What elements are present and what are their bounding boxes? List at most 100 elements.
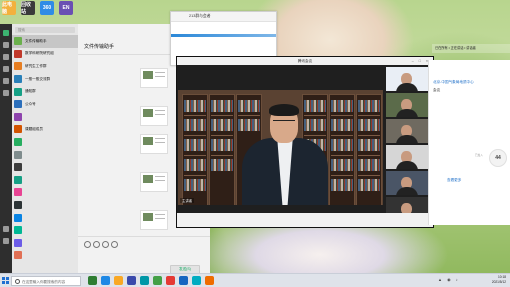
windows-start-icon[interactable] [2, 277, 9, 284]
participant-video[interactable] [386, 171, 428, 195]
badge-caption: 已加入 [475, 154, 483, 157]
speaker-hair [269, 104, 299, 116]
desktop-shortcut[interactable]: 此电脑 [2, 1, 16, 15]
chat-list-item[interactable]: 一般一般交流群 [12, 73, 78, 86]
app-icon: EN [59, 1, 73, 15]
avatar [14, 100, 22, 109]
bookshelf [329, 94, 355, 205]
participant-body [396, 135, 418, 143]
chat-list-item[interactable]: 课题组成员 [12, 123, 78, 136]
bookshelf [209, 94, 235, 205]
system-tray-icons[interactable]: ▲ ◉ ♪ [438, 277, 460, 282]
avatar [14, 163, 22, 172]
emoji-icon[interactable] [84, 241, 91, 248]
chat-icon[interactable] [3, 30, 9, 36]
chat-list-item[interactable]: 研究生工作群 [12, 60, 78, 73]
notification-bar: 已在所有 • 正在讲话 • 讲话者 [432, 44, 510, 53]
file-message[interactable] [140, 68, 168, 88]
meeting-title-bar: 腾讯会议 – □ × [177, 57, 433, 65]
input-divider [78, 236, 210, 237]
chat-text: 一般一般交流群 [25, 77, 76, 82]
avatar [14, 251, 22, 260]
taskbar-app-icon[interactable] [153, 276, 162, 285]
search-icon [15, 279, 20, 284]
desktop-shortcut[interactable]: 360 [40, 1, 54, 15]
chat-list-item[interactable]: 数学科研院研究组 [12, 48, 78, 61]
chat-list-item[interactable] [12, 199, 78, 212]
org-link[interactable]: 北京-中国气象局地质中心 [433, 80, 474, 85]
avatar [14, 188, 22, 197]
file-message[interactable] [140, 172, 168, 192]
scissors-icon[interactable] [102, 241, 109, 248]
chat-list-item[interactable] [12, 161, 78, 174]
taskbar-app-icon[interactable] [101, 276, 110, 285]
taskbar-search-input[interactable]: 在这里输入你要搜索的内容 [11, 275, 81, 286]
meeting-toolbar [177, 213, 433, 227]
clock[interactable]: 10:18 2021/5/12 [492, 275, 506, 285]
chat-list-item[interactable] [12, 111, 78, 124]
taskbar-app-icon[interactable] [88, 276, 97, 285]
app-icon: 360 [40, 1, 54, 15]
file-message[interactable] [140, 210, 168, 230]
chat-list-item[interactable] [12, 224, 78, 237]
contacts-icon[interactable] [3, 42, 9, 48]
wechat-chat-list: 搜索 文件传输助手数学科研院研究组研究生工作群一般一般交流群通知群公众号课题组成… [12, 24, 79, 273]
chat-text: 课题组成员 [25, 127, 76, 132]
participants-window-title: 213群与会者 [171, 12, 276, 22]
chat-list-item[interactable] [12, 249, 78, 262]
taskbar-app-icon[interactable] [205, 276, 214, 285]
taskbar-app-icon[interactable] [192, 276, 201, 285]
taskbar-app-icon[interactable] [140, 276, 149, 285]
taskbar-app-icon[interactable] [127, 276, 136, 285]
desktop-shortcut[interactable]: EN [59, 1, 73, 15]
moments-icon[interactable] [3, 78, 9, 84]
file-message[interactable] [140, 106, 168, 126]
chat-list-item[interactable] [12, 148, 78, 161]
chat-list-item[interactable]: 通知群 [12, 85, 78, 98]
participant-video[interactable] [386, 93, 428, 117]
avatar [14, 150, 22, 159]
avatar [14, 213, 22, 222]
chat-name: 课题组成员 [25, 126, 43, 131]
chat-name: 数学科研院研究组 [25, 51, 54, 56]
chat-text: 数学科研院研究组 [25, 51, 76, 56]
chat-list-item[interactable] [12, 237, 78, 250]
files-icon[interactable] [3, 66, 9, 72]
chat-name: 公众号 [25, 101, 36, 106]
participant-video[interactable] [386, 119, 428, 143]
miniprogram-icon[interactable] [3, 90, 9, 96]
more-link[interactable]: 查看更多 [447, 178, 461, 183]
participant-body [396, 187, 418, 195]
main-video[interactable]: 主讲者 [178, 90, 383, 205]
wechat-search-input[interactable]: 搜索 [15, 27, 75, 33]
chat-name: 一般一般交流群 [25, 76, 51, 81]
participant-video[interactable] [386, 67, 428, 91]
chat-list-item[interactable] [12, 174, 78, 187]
avatar [14, 37, 22, 46]
taskbar-app-icon[interactable] [114, 276, 123, 285]
chat-list-item[interactable] [12, 211, 78, 224]
speaker-glasses [273, 120, 295, 125]
chat-list-item[interactable]: 文件传输助手 [12, 35, 78, 48]
taskbar: 在这里输入你要搜索的内容 ▲ ◉ ♪ 10:18 2021/5/12 [0, 273, 510, 287]
chat-list-item[interactable] [12, 136, 78, 149]
participant-body [396, 109, 418, 117]
taskbar-app-icon[interactable] [179, 276, 188, 285]
chat-title: 文件传输助手 [84, 44, 115, 50]
avatar [14, 125, 22, 134]
chat-history-icon[interactable] [111, 241, 118, 248]
clock-date: 2021/5/12 [491, 280, 506, 284]
desktop-shortcut[interactable]: 回收站 [21, 1, 35, 15]
right-info-panel: 北京-中国气象局地质中心 会议 已加入 44 查看更多 [428, 60, 510, 225]
taskbar-app-icon[interactable] [166, 276, 175, 285]
chat-list-item[interactable]: 公众号 [12, 98, 78, 111]
folder-icon[interactable] [93, 241, 100, 248]
chat-list-item[interactable] [12, 186, 78, 199]
file-message[interactable] [140, 134, 168, 154]
taskbar-search-placeholder: 在这里输入你要搜索的内容 [22, 279, 66, 284]
participant-video[interactable] [386, 145, 428, 169]
count-badge: 44 [489, 149, 507, 167]
phone-icon[interactable] [3, 226, 9, 232]
settings-icon[interactable] [3, 238, 9, 244]
favorites-icon[interactable] [3, 54, 9, 60]
